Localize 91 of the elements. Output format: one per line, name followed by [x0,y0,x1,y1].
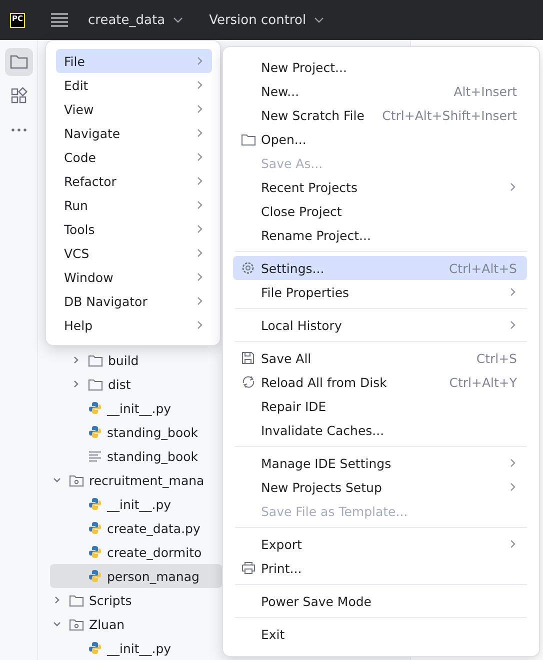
menu-item[interactable]: Help [56,313,212,337]
shortcut-text: Alt+Insert [454,84,517,98]
text-file-icon [88,450,102,462]
chevron-down-icon[interactable] [52,475,62,485]
menu-item[interactable]: New Projects Setup [233,475,527,499]
folder-icon [241,132,256,146]
menu-item[interactable]: Navigate [56,121,212,145]
file-name: standing_book [107,448,198,464]
menu-item[interactable]: Close Project [233,199,527,223]
menu-item[interactable]: VCS [56,241,212,265]
tree-row[interactable]: Zluan [50,612,222,636]
file-name: __init__.py [107,400,172,416]
menu-item[interactable]: Invalidate Caches... [233,418,527,442]
menu-item[interactable]: New Scratch File Ctrl+Alt+Shift+Insert [233,103,527,127]
tree-row[interactable]: dist [50,372,222,396]
menu-item[interactable]: Print... [233,556,527,580]
tree-row[interactable]: __init__.py [50,396,222,420]
chevron-right-icon[interactable] [52,595,62,605]
menu-item[interactable]: Code [56,145,212,169]
menu-item[interactable]: View [56,97,212,121]
chevron-right-icon[interactable] [71,355,81,365]
menu-item[interactable]: Exit [233,622,527,646]
file-name: build [108,352,139,368]
folder-icon [69,594,84,606]
menu-item[interactable]: File Properties [233,280,527,304]
menu-item[interactable]: Local History [233,313,527,337]
menu-item[interactable]: DB Navigator [56,289,212,313]
file-name: recruitment_mana [89,472,204,488]
python-file-icon [88,569,102,583]
menu-item[interactable]: Open... [233,127,527,151]
module-folder-icon [69,474,84,486]
menu-item[interactable]: File [56,49,212,73]
python-file-icon [88,425,102,439]
menu-item[interactable]: Tools [56,217,212,241]
tree-row[interactable]: create_dormito [50,540,222,564]
python-file-icon [88,521,102,535]
shortcut-text: Ctrl+S [476,350,517,366]
file-name: create_data.py [107,520,200,536]
settings-icon [241,261,255,275]
menu-item[interactable]: Repair IDE [233,394,527,418]
file-name: __init__.py [107,640,172,656]
menu-item[interactable]: Window [56,265,212,289]
menu-item[interactable]: Edit [56,73,212,97]
project-icon[interactable] [4,48,32,76]
menu-item[interactable]: Reload All from Disk Ctrl+Alt+Y [233,370,527,394]
python-file-icon [88,545,102,559]
shortcut-text: Ctrl+Alt+Shift+Insert [382,108,517,122]
file-name: __init__.py [107,496,172,512]
project-dropdown[interactable]: create_data [82,12,190,28]
python-file-icon [88,401,102,415]
menu-item[interactable]: New... Alt+Insert [233,79,527,103]
menu-item[interactable]: Power Save Mode [233,589,527,613]
chevron-down-icon[interactable] [52,619,62,629]
tree-row[interactable]: __init__.py [50,492,222,516]
menu-item[interactable]: Rename Project... [233,223,527,247]
file-name: standing_book [107,424,198,440]
file-name: person_manag [107,568,200,584]
menu-item[interactable]: Save All Ctrl+S [233,346,527,370]
tree-row[interactable]: person_manag [50,564,222,588]
shortcut-text: Ctrl+Alt+Y [449,374,517,390]
tree-row[interactable]: standing_book [50,444,222,468]
vcs-dropdown[interactable]: Version control [203,12,330,28]
printer-icon [241,561,256,575]
python-file-icon [88,641,102,655]
menu-item[interactable]: New Project... [233,55,527,79]
tree-row[interactable]: recruitment_mana [50,468,222,492]
tree-row[interactable]: __init__.py [50,636,222,660]
reload-icon [241,375,256,389]
chevron-right-icon[interactable] [71,379,81,389]
shortcut-text: Ctrl+Alt+S [448,260,517,276]
tree-row[interactable]: standing_book [50,420,222,444]
module-folder-icon [69,618,84,630]
file-name: create_dormito [107,544,202,560]
tree-row[interactable]: create_data.py [50,516,222,540]
chevron-down-icon [314,17,324,23]
tree-row[interactable]: build [50,348,222,372]
menu-item[interactable]: Run [56,193,212,217]
python-file-icon [88,497,102,511]
folder-icon [88,354,103,366]
tree-row[interactable]: Scripts [50,588,222,612]
file-name: Zluan [89,616,125,632]
menu-item[interactable]: Manage IDE Settings [233,451,527,475]
chevron-down-icon [173,17,184,23]
menu-icon[interactable] [51,13,68,27]
menu-item[interactable]: Export [233,532,527,556]
folder-icon [88,378,103,390]
menu-item[interactable]: Refactor [56,169,212,193]
menu-item[interactable]: Settings... Ctrl+Alt+S [233,256,527,280]
file-name: Scripts [89,592,132,608]
menu-item[interactable]: Recent Projects [233,175,527,199]
file-name: dist [108,376,131,392]
